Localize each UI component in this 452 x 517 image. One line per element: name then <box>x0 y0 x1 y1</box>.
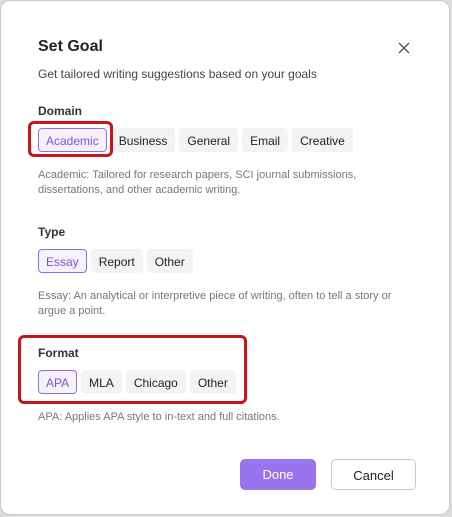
format-label: Format <box>38 346 79 360</box>
domain-options: Academic Business General Email Creative <box>38 128 353 152</box>
type-option-other[interactable]: Other <box>146 249 193 273</box>
type-options: Essay Report Other <box>38 249 193 273</box>
done-button[interactable]: Done <box>240 459 316 490</box>
domain-option-email[interactable]: Email <box>242 128 289 152</box>
type-label: Type <box>38 225 66 239</box>
domain-option-business[interactable]: Business <box>110 128 176 152</box>
type-option-report[interactable]: Report <box>90 249 143 273</box>
format-option-chicago[interactable]: Chicago <box>125 370 186 394</box>
close-button[interactable] <box>394 38 414 58</box>
domain-option-general[interactable]: General <box>179 128 239 152</box>
format-option-mla[interactable]: MLA <box>81 370 122 394</box>
format-option-other[interactable]: Other <box>189 370 236 394</box>
domain-option-academic[interactable]: Academic <box>38 128 107 152</box>
format-options: APA MLA Chicago Other <box>38 370 236 394</box>
domain-option-creative[interactable]: Creative <box>292 128 353 152</box>
close-icon <box>398 42 410 54</box>
format-option-apa[interactable]: APA <box>38 370 78 394</box>
type-option-essay[interactable]: Essay <box>38 249 87 273</box>
dialog-title: Set Goal <box>38 38 103 55</box>
domain-label: Domain <box>38 104 83 118</box>
format-description: APA: Applies APA style to in-text and fu… <box>38 411 280 423</box>
set-goal-dialog: Set Goal Get tailored writing suggestion… <box>0 0 450 515</box>
domain-description: Academic: Tailored for research papers, … <box>38 169 357 196</box>
type-description: Essay: An analytical or interpretive pie… <box>38 290 392 317</box>
dialog-subtitle: Get tailored writing suggestions based o… <box>38 67 317 81</box>
cancel-button[interactable]: Cancel <box>331 459 416 490</box>
